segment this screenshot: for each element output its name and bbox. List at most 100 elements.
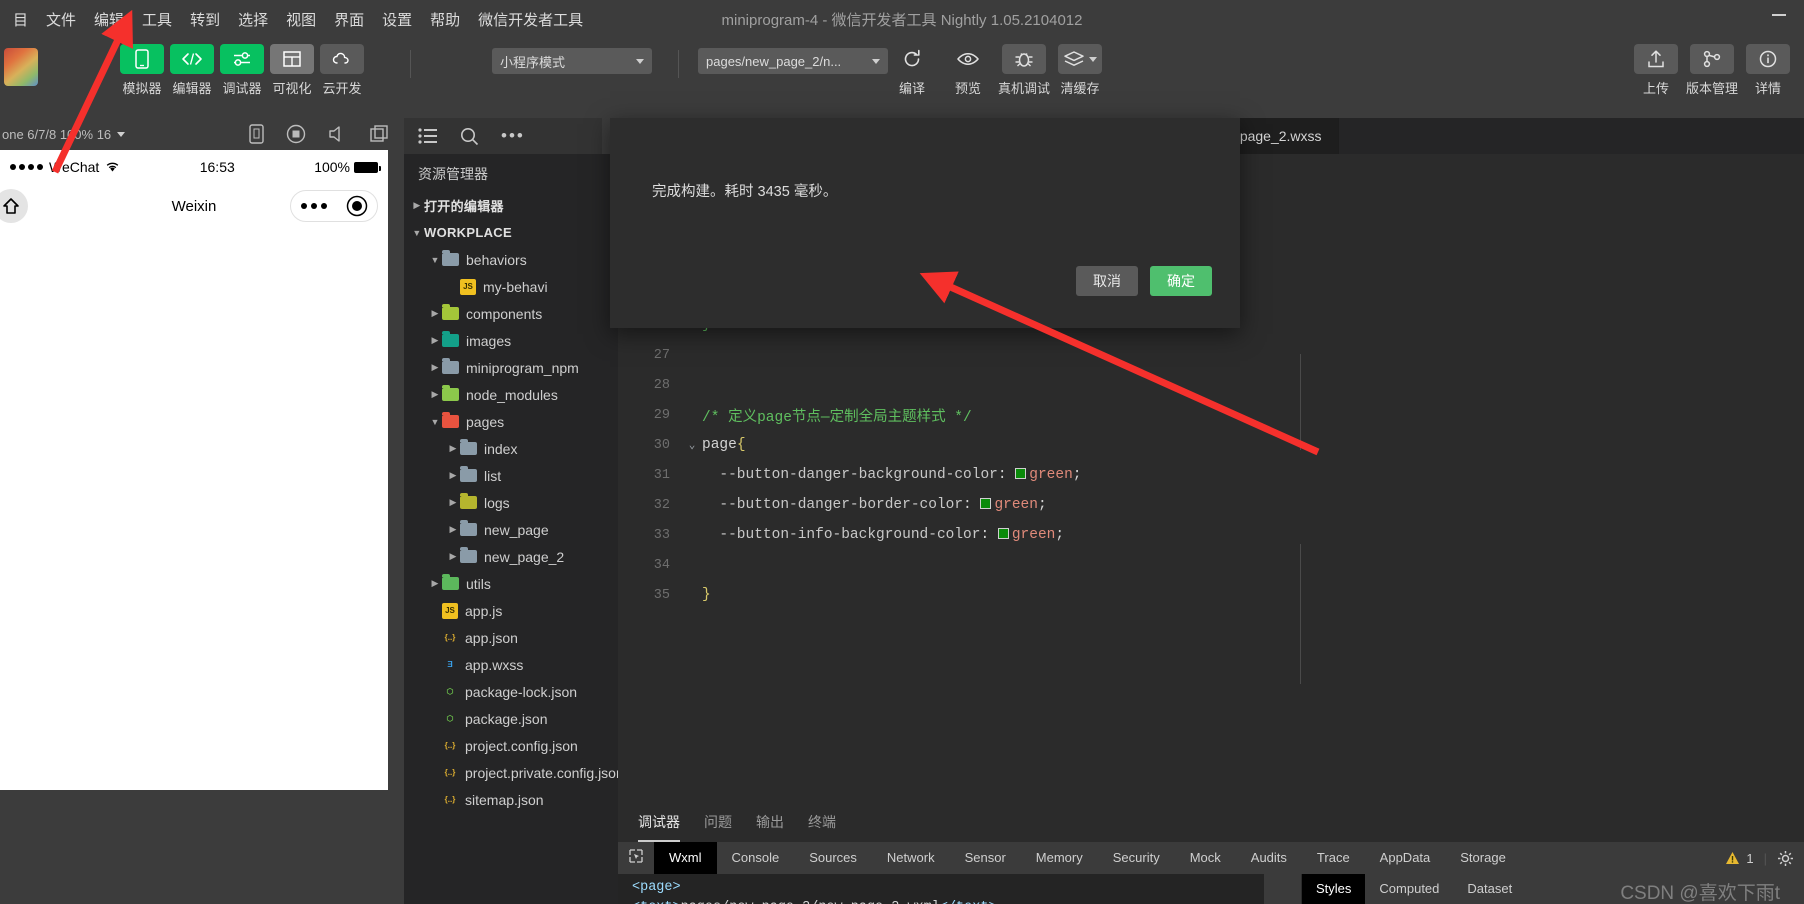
chevron-down-icon[interactable]: ▼ — [428, 255, 442, 265]
build-complete-dialog[interactable]: 完成构建。耗时 3435 毫秒。 取消 确定 — [610, 118, 1240, 328]
devtools-tab-Storage[interactable]: Storage — [1445, 842, 1521, 874]
devtools-tab-Network[interactable]: Network — [872, 842, 950, 874]
chevron-right-icon[interactable]: ▶ — [428, 308, 442, 319]
panel-tab-问题[interactable]: 问题 — [704, 812, 732, 842]
tree-item-app.js[interactable]: JS app.js — [404, 597, 618, 624]
tree-item-project.config.json[interactable]: {..} project.config.json — [404, 732, 618, 759]
menu-item-8[interactable]: 设置 — [373, 5, 421, 34]
more-actions-icon[interactable]: ••• — [501, 127, 525, 144]
menu-item-5[interactable]: 选择 — [229, 5, 277, 34]
mode-select[interactable]: 小程序模式 — [492, 48, 652, 74]
devtools-tab-Wxml[interactable]: Wxml — [654, 842, 717, 874]
tree-item-index[interactable]: ▶ index — [404, 435, 618, 462]
tree-item-components[interactable]: ▶ components — [404, 300, 618, 327]
device-select[interactable]: one 6/7/8 100% 16 — [2, 127, 111, 142]
tree-item-new_page[interactable]: ▶ new_page — [404, 516, 618, 543]
toolbar-button-模拟器[interactable]: 模拟器 — [120, 44, 164, 97]
devtools-tab-Security[interactable]: Security — [1098, 842, 1175, 874]
explorer-section-1[interactable]: ▼ WORKPLACE — [404, 219, 618, 246]
toolbar-button-调试器[interactable]: 调试器 — [220, 44, 264, 97]
menu-item-4[interactable]: 转到 — [181, 5, 229, 34]
chevron-right-icon[interactable]: ▶ — [446, 470, 460, 481]
tree-item-behaviors[interactable]: ▼ behaviors — [404, 246, 618, 273]
chevron-right-icon[interactable]: ▶ — [428, 389, 442, 400]
chevron-right-icon[interactable]: ▶ — [428, 578, 442, 589]
copy-window-icon[interactable] — [370, 125, 390, 143]
minimize-button[interactable] — [1772, 14, 1786, 16]
menu-item-6[interactable]: 视图 — [277, 5, 325, 34]
toolbar-button-详情[interactable]: 详情 — [1746, 44, 1790, 97]
chevron-right-icon[interactable]: ▶ — [428, 335, 442, 346]
devtools-tab-Audits[interactable]: Audits — [1236, 842, 1302, 874]
devtools-tab-Sensor[interactable]: Sensor — [950, 842, 1021, 874]
tree-item-images[interactable]: ▶ images — [404, 327, 618, 354]
toolbar-button-可视化[interactable]: 可视化 — [270, 44, 314, 97]
tree-item-sitemap.json[interactable]: {..} sitemap.json — [404, 786, 618, 813]
tree-item-node_modules[interactable]: ▶ node_modules — [404, 381, 618, 408]
chevron-right-icon[interactable]: ▶ — [446, 443, 460, 454]
tree-item-logs[interactable]: ▶ logs — [404, 489, 618, 516]
devtools-tab-Console[interactable]: Console — [717, 842, 795, 874]
explorer-list-icon[interactable] — [418, 128, 438, 144]
devtools-tab-Memory[interactable]: Memory — [1021, 842, 1098, 874]
tree-item-new_page_2[interactable]: ▶ new_page_2 — [404, 543, 618, 570]
tree-item-project.private.config.json[interactable]: {..} project.private.config.json — [404, 759, 618, 786]
toolbar-button-label: 云开发 — [322, 81, 362, 96]
inspect-element-icon[interactable] — [618, 848, 654, 869]
explorer-section-label: 打开的编辑器 — [424, 199, 504, 214]
panel-tab-输出[interactable]: 输出 — [756, 812, 784, 842]
tree-item-utils[interactable]: ▶ utils — [404, 570, 618, 597]
fold-toggle-icon[interactable]: ⌄ — [682, 438, 702, 452]
explorer-section-0[interactable]: ▶ 打开的编辑器 — [404, 192, 618, 219]
toolbar-button-云开发[interactable]: 云开发 — [320, 44, 364, 97]
rotate-device-icon[interactable] — [249, 124, 264, 144]
search-icon[interactable] — [460, 127, 479, 146]
menu-item-3[interactable]: 工具 — [133, 5, 181, 34]
chevron-down-icon[interactable]: ▼ — [428, 417, 442, 427]
confirm-button[interactable]: 确定 — [1150, 266, 1212, 296]
tree-item-package.json[interactable]: ⬡ package.json — [404, 705, 618, 732]
styles-tab-Dataset[interactable]: Dataset — [1453, 874, 1526, 904]
record-icon[interactable] — [286, 124, 306, 144]
toolbar-button-编辑器[interactable]: 编辑器 — [170, 44, 214, 97]
menu-item-10[interactable]: 微信开发者工具 — [469, 5, 592, 34]
tree-item-app.wxss[interactable]: Ǝapp.wxss — [404, 651, 618, 678]
devtools-tab-AppData[interactable]: AppData — [1365, 842, 1446, 874]
cancel-button[interactable]: 取消 — [1076, 266, 1138, 296]
menu-item-0[interactable]: 目 — [4, 5, 37, 34]
devtools-tab-Sources[interactable]: Sources — [794, 842, 872, 874]
warning-indicator[interactable]: 1 | — [1725, 850, 1804, 867]
devtools-tab-Trace[interactable]: Trace — [1302, 842, 1365, 874]
panel-tab-调试器[interactable]: 调试器 — [638, 812, 680, 842]
tree-item-my-behavi[interactable]: JS my-behavi — [404, 273, 618, 300]
tree-item-package-lock.json[interactable]: ⬡ package-lock.json — [404, 678, 618, 705]
toolbar-button-编译[interactable]: 编译 — [890, 44, 934, 97]
tree-item-pages[interactable]: ▼ pages — [404, 408, 618, 435]
styles-tab-Computed[interactable]: Computed — [1365, 874, 1453, 904]
gear-icon[interactable] — [1777, 850, 1794, 867]
devtools-tab-Mock[interactable]: Mock — [1175, 842, 1236, 874]
toolbar-button-真机调试[interactable]: 真机调试 — [998, 44, 1050, 97]
volume-icon[interactable] — [328, 125, 348, 143]
toolbar-button-版本管理[interactable]: 版本管理 — [1686, 44, 1738, 97]
chevron-right-icon[interactable]: ▶ — [446, 524, 460, 535]
toolbar-button-label: 编译 — [898, 81, 925, 96]
page-select[interactable]: pages/new_page_2/n... — [698, 48, 888, 74]
chevron-right-icon[interactable]: ▶ — [446, 551, 460, 562]
tree-item-app.json[interactable]: {..} app.json — [404, 624, 618, 651]
chevron-right-icon[interactable]: ▶ — [446, 497, 460, 508]
toolbar-button-清缓存[interactable]: 清缓存 — [1058, 44, 1102, 97]
chevron-right-icon[interactable]: ▶ — [428, 362, 442, 373]
info-icon — [1746, 44, 1790, 74]
toolbar-button-预览[interactable]: 预览 — [946, 44, 990, 97]
toolbar-button-上传[interactable]: 上传 — [1634, 44, 1678, 97]
styles-tab-Styles[interactable]: Styles — [1302, 874, 1366, 904]
menu-item-9[interactable]: 帮助 — [421, 5, 469, 34]
panel-tab-终端[interactable]: 终端 — [808, 812, 836, 842]
menu-item-1[interactable]: 文件 — [37, 5, 85, 34]
menu-item-2[interactable]: 编辑 — [85, 5, 133, 34]
indent-guide — [1300, 544, 1301, 684]
menu-item-7[interactable]: 界面 — [325, 5, 373, 34]
tree-item-list[interactable]: ▶ list — [404, 462, 618, 489]
tree-item-miniprogram_npm[interactable]: ▶ miniprogram_npm — [404, 354, 618, 381]
